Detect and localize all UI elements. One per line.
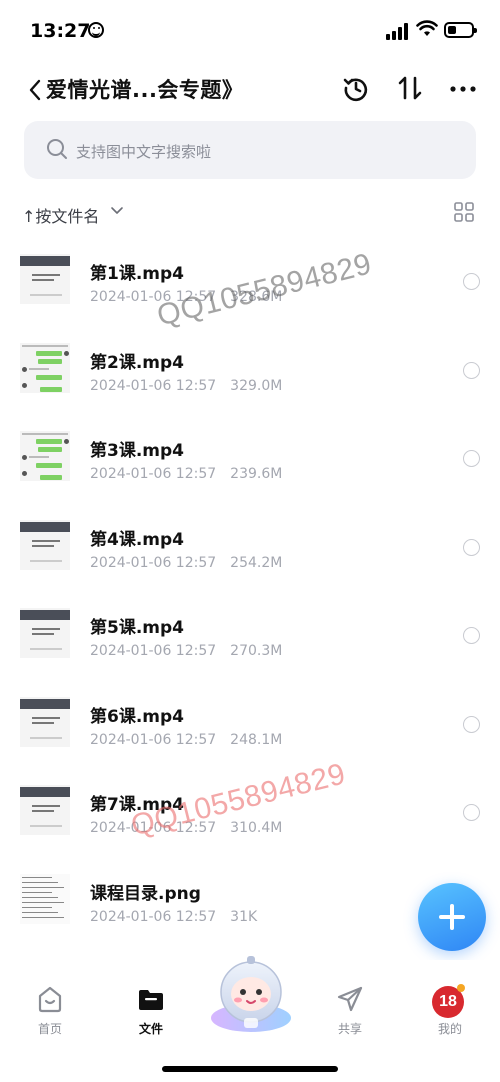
search-icon — [47, 139, 67, 159]
file-date: 2024-01-06 12:57 — [90, 377, 217, 394]
file-meta: 2024-01-06 12:57 248.1M — [90, 732, 282, 748]
sort-icon[interactable] — [396, 74, 424, 102]
list-item[interactable]: 第3课.mp4 2024-01-06 12:57 239.6M — [0, 417, 500, 506]
back-icon[interactable] — [26, 78, 46, 102]
file-name: 第1课.mp4 — [90, 264, 184, 284]
face-icon — [88, 22, 104, 38]
send-icon — [337, 986, 363, 1012]
file-size: 31K — [230, 908, 258, 925]
sort-by-name-button[interactable]: ↑按文件名 — [22, 203, 99, 227]
file-thumbnail — [20, 519, 70, 570]
select-radio[interactable] — [463, 361, 480, 379]
nav-header: 爱情光谱...会专题》 — [0, 62, 500, 116]
select-radio[interactable] — [463, 715, 480, 733]
file-size: 310.4M — [230, 820, 283, 836]
file-meta: 2024-01-06 12:57 31K — [90, 909, 257, 925]
list-item[interactable]: 第2课.mp4 2024-01-06 12:57 329.0M — [0, 329, 500, 418]
file-name: 第4课.mp4 — [90, 529, 184, 550]
file-meta: 2024-01-06 12:57 270.3M — [90, 643, 282, 659]
file-size: 248.1M — [230, 731, 283, 748]
file-thumbnail — [20, 254, 70, 304]
tab-home[interactable]: 首页 — [20, 984, 80, 1037]
home-icon — [38, 986, 62, 1013]
tab-label: 文件 — [138, 1022, 163, 1036]
folder-icon — [139, 990, 163, 1010]
file-name: 第3课.mp4 — [90, 441, 184, 461]
more-icon[interactable] — [450, 86, 476, 92]
file-date: 2024-01-06 12:57 — [90, 731, 217, 748]
file-thumbnail — [20, 342, 70, 393]
select-radio[interactable] — [463, 804, 480, 821]
file-thumbnail — [20, 785, 70, 835]
tab-mine[interactable]: 18 我的 — [420, 984, 480, 1037]
wifi-icon — [416, 20, 438, 36]
file-size: 329.0M — [230, 377, 283, 394]
status-time: 13:27 — [30, 20, 91, 42]
tab-share[interactable]: 共享 — [320, 984, 380, 1037]
file-thumbnail — [20, 608, 70, 658]
file-size: 270.3M — [230, 643, 283, 659]
file-date: 2024-01-06 12:57 — [90, 908, 217, 925]
tab-files[interactable]: 文件 — [121, 984, 181, 1037]
signal-icon — [386, 22, 410, 40]
select-radio[interactable] — [463, 627, 480, 644]
file-thumbnail — [20, 431, 70, 481]
select-radio[interactable] — [463, 538, 480, 556]
file-meta: 2024-01-06 12:57 254.2M — [90, 555, 282, 571]
file-date: 2024-01-06 12:57 — [90, 643, 217, 659]
add-button[interactable] — [418, 883, 486, 951]
file-thumbnail — [20, 696, 70, 747]
mascot-icon[interactable] — [206, 952, 296, 1034]
grid-view-icon[interactable] — [454, 202, 474, 222]
file-size: 239.6M — [230, 466, 283, 482]
file-date: 2024-01-06 12:57 — [90, 554, 217, 571]
file-name: 课程目录.png — [90, 883, 201, 904]
search-input[interactable]: 支持图中文字搜索啦 — [24, 121, 476, 179]
file-name: 第6课.mp4 — [90, 706, 184, 727]
list-item[interactable]: 第6课.mp4 2024-01-06 12:57 248.1M — [0, 683, 500, 772]
select-radio[interactable] — [463, 273, 480, 290]
file-date: 2024-01-06 12:57 — [90, 466, 217, 482]
history-icon[interactable] — [342, 74, 370, 102]
tab-label: 共享 — [337, 1022, 362, 1036]
tab-label: 首页 — [37, 1022, 62, 1036]
file-thumbnail — [20, 873, 70, 924]
file-name: 第5课.mp4 — [90, 618, 184, 638]
chevron-down-icon[interactable] — [110, 206, 124, 216]
file-list: 第1课.mp4 2024-01-06 12:57 328.6M 第2课.mp4 2024… — [0, 240, 500, 948]
home-indicator — [162, 1066, 338, 1072]
file-name: 第2课.mp4 — [90, 352, 184, 373]
search-placeholder: 支持图中文字搜索啦 — [76, 143, 212, 161]
list-item[interactable]: 第5课.mp4 2024-01-06 12:57 270.3M — [0, 594, 500, 683]
file-meta: 2024-01-06 12:57 329.0M — [90, 378, 282, 394]
select-radio[interactable] — [463, 450, 480, 467]
page-title: 爱情光谱...会专题》 — [46, 78, 244, 102]
list-item[interactable]: 第4课.mp4 2024-01-06 12:57 254.2M — [0, 506, 500, 595]
status-bar: 13:27 — [0, 0, 500, 62]
file-meta: 2024-01-06 12:57 239.6M — [90, 466, 282, 482]
avatar: 18 — [432, 984, 465, 1018]
tab-label: 我的 — [437, 1022, 462, 1036]
sort-row: ↑按文件名 — [22, 198, 478, 228]
battery-icon — [444, 22, 477, 38]
file-size: 254.2M — [230, 554, 283, 571]
